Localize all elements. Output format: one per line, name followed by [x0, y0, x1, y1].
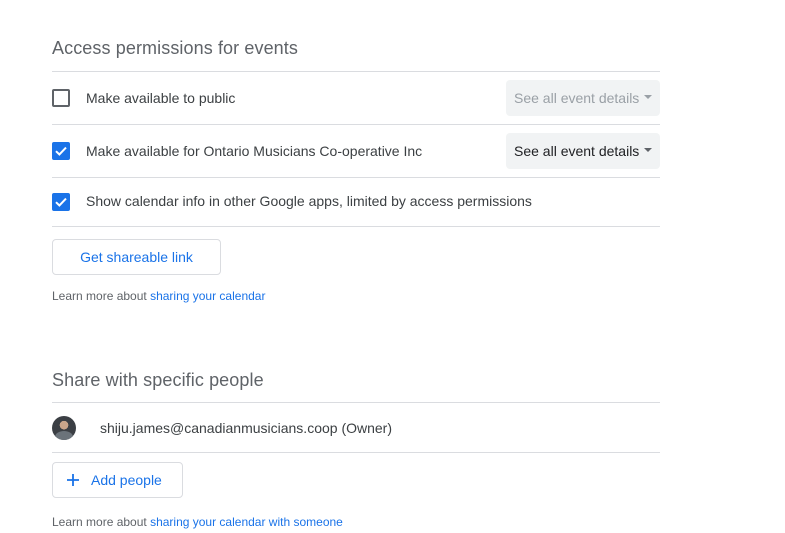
divider: [52, 226, 660, 227]
public-detail-select[interactable]: See all event details: [506, 80, 660, 116]
google-apps-label: Show calendar info in other Google apps,…: [86, 193, 532, 209]
learn-more-prefix: Learn more about: [52, 515, 151, 529]
learn-more-prefix: Learn more about: [52, 289, 151, 303]
check-icon: [55, 197, 67, 207]
row-google-apps: Show calendar info in other Google apps,…: [52, 190, 660, 214]
plus-icon: [67, 474, 79, 486]
caret-down-icon: [644, 148, 652, 152]
organization-checkbox[interactable]: [52, 142, 70, 160]
share-specific-people-title: Share with specific people: [52, 370, 264, 390]
access-permissions-title: Access permissions for events: [52, 38, 298, 58]
add-people-button[interactable]: Add people: [52, 462, 183, 498]
organization-label: Make available for Ontario Musicians Co-…: [86, 143, 423, 159]
add-people-label: Add people: [91, 472, 162, 488]
sharing-your-calendar-link[interactable]: sharing your calendar: [150, 289, 265, 303]
divider: [52, 124, 660, 125]
avatar: [52, 416, 76, 440]
row-organization: Make available for Ontario Musicians Co-…: [52, 133, 660, 169]
get-shareable-link-button[interactable]: Get shareable link: [52, 239, 221, 275]
learn-more-sharing: Learn more about sharing your calendar: [52, 289, 265, 303]
public-detail-select-value: See all event details: [514, 90, 640, 106]
divider: [52, 452, 660, 453]
caret-down-icon: [644, 95, 652, 99]
divider: [52, 71, 660, 72]
public-label: Make available to public: [86, 90, 236, 106]
learn-more-sharing-someone: Learn more about sharing your calendar w…: [52, 515, 343, 529]
check-icon: [55, 146, 67, 156]
divider: [52, 177, 660, 178]
organization-detail-select-value: See all event details: [514, 143, 640, 159]
public-checkbox[interactable]: [52, 89, 70, 107]
google-apps-checkbox[interactable]: [52, 193, 70, 211]
sharing-with-someone-link[interactable]: sharing your calendar with someone: [150, 515, 343, 529]
person-email: shiju.james@canadianmusicians.coop (Owne…: [100, 420, 393, 436]
divider: [52, 402, 660, 403]
get-shareable-link-label: Get shareable link: [80, 249, 193, 265]
row-public: Make available to public See all event d…: [52, 80, 660, 116]
organization-detail-select[interactable]: See all event details: [506, 133, 660, 169]
